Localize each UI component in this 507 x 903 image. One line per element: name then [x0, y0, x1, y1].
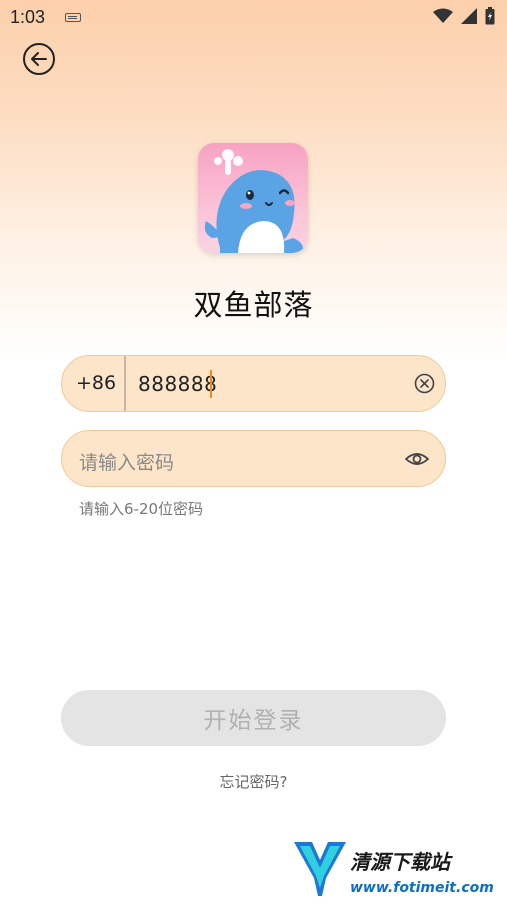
country-code-selector[interactable]: +86 — [76, 372, 116, 394]
signal-icon — [461, 8, 477, 24]
country-code-divider — [124, 356, 126, 411]
phone-field[interactable]: +86 888888 — [61, 355, 446, 412]
watermark-title: 清源下载站 — [350, 850, 450, 874]
watermark: 清源下载站 www.fotimeit.com — [292, 838, 494, 903]
login-button[interactable]: 开始登录 — [61, 690, 446, 746]
phone-input[interactable]: 888888 — [138, 372, 217, 396]
back-button[interactable] — [23, 43, 55, 75]
status-icons — [433, 7, 495, 25]
password-hint: 请输入6-20位密码 — [79, 500, 204, 518]
keyboard-icon — [65, 12, 82, 22]
watermark-logo-icon — [294, 842, 346, 896]
battery-icon — [485, 7, 495, 25]
status-bar: 1:03 — [0, 0, 507, 34]
wifi-icon — [433, 8, 453, 23]
text-caret — [210, 370, 212, 398]
eye-icon[interactable] — [405, 449, 429, 469]
watermark-url: www.fotimeit.com — [350, 880, 494, 896]
forgot-password-link[interactable]: 忘记密码? — [0, 771, 507, 792]
password-field[interactable]: 请输入密码 — [61, 430, 446, 487]
password-input[interactable]: 请输入密码 — [79, 448, 174, 475]
app-title: 双鱼部落 — [193, 288, 314, 322]
status-time: 1:03 — [10, 6, 46, 27]
clear-icon[interactable] — [414, 373, 435, 394]
back-arrow-icon — [31, 52, 47, 66]
whale-app-icon — [198, 143, 308, 253]
